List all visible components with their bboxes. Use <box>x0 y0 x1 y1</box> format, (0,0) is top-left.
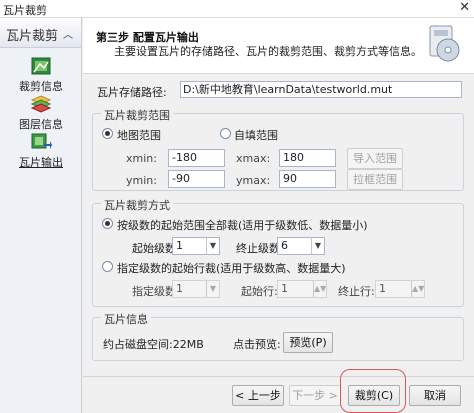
end-level-select[interactable]: 6 ▼ <box>277 237 325 255</box>
crop-mode-group: 瓦片裁剪方式 按级数的起始范围全部裁(适用于级数低、数据量小) 起始级数: 1 ▼… <box>92 197 464 307</box>
start-row-stepper[interactable]: 1 ▲▼ <box>277 280 327 298</box>
disk-icon <box>426 24 462 67</box>
ymax-label: ymax: <box>236 174 271 187</box>
sidebar-title: 瓦片裁剪 <box>6 29 59 44</box>
by-row-radio[interactable] <box>102 261 113 272</box>
chevron-down-icon: ▼ <box>206 238 219 254</box>
window-title: 瓦片裁剪 <box>3 4 47 17</box>
wizard-header: 第三步 配置瓦片输出 主要设置瓦片的存储路径、瓦片的裁剪范围、裁剪方式等信息。 <box>83 18 474 74</box>
drag-range-button[interactable]: 拉框范围 <box>347 169 403 190</box>
range-group-title: 瓦片裁剪范围 <box>101 107 173 123</box>
xmax-label: xmax: <box>236 152 271 165</box>
xmin-label: xmin: <box>126 152 157 165</box>
wizard-content: 瓦片存储路径: D:\新中地教育\learnData\testworld.mut… <box>83 75 474 413</box>
start-row-label: 起始行: <box>241 285 278 298</box>
tile-info-group: 瓦片信息 约占磁盘空间:22MB 点击预览: 预览(P) <box>92 311 464 361</box>
sidebar-item-label: 图层信息 <box>19 118 63 131</box>
step-description: 主要设置瓦片的存储路径、瓦片的裁剪范围、裁剪方式等信息。 <box>114 45 422 58</box>
by-level-label: 按级数的起始范围全部裁(适用于级数低、数据量小) <box>117 219 368 232</box>
by-level-radio[interactable] <box>102 218 113 229</box>
disk-usage-label: 约占磁盘空间:22MB <box>103 338 204 351</box>
preview-button[interactable]: 预览(P) <box>283 332 333 353</box>
level-select[interactable]: 1 ▼ <box>172 280 220 298</box>
chevron-down-icon: ▼ <box>206 281 219 297</box>
crop-icon <box>30 56 52 76</box>
sidebar-item-layer-info[interactable]: 图层信息 <box>0 94 82 132</box>
footer-divider <box>83 376 474 377</box>
tile-output-icon <box>30 132 52 152</box>
ymax-field[interactable]: 90 <box>279 170 336 188</box>
sidebar-item-tile-output[interactable]: 瓦片输出 <box>0 132 82 170</box>
chevron-up-icon[interactable]: ︿ <box>63 26 73 41</box>
layers-icon <box>30 94 52 114</box>
stepper-arrows-icon: ▲▼ <box>313 281 326 297</box>
import-range-button[interactable]: 导入范围 <box>347 148 403 169</box>
path-label: 瓦片存储路径: <box>97 86 167 99</box>
ymin-field[interactable]: -90 <box>168 170 225 188</box>
start-level-select[interactable]: 1 ▼ <box>172 237 220 255</box>
tile-info-group-title: 瓦片信息 <box>101 311 151 327</box>
annotation-highlight-ring <box>340 369 406 413</box>
sidebar-item-label: 裁剪信息 <box>19 80 63 93</box>
xmin-field[interactable]: -180 <box>168 149 225 167</box>
preview-prompt: 点击预览: <box>233 338 281 351</box>
chevron-down-icon: ▼ <box>311 238 324 254</box>
close-icon[interactable]: ✕ <box>459 0 470 15</box>
stepper-arrows-icon: ▲▼ <box>411 281 424 297</box>
by-row-label: 指定级数的起始行裁(适用于级数高、数据量大) <box>117 262 346 275</box>
end-row-label: 终止行: <box>338 285 375 298</box>
map-range-radio[interactable] <box>102 128 113 139</box>
custom-range-label: 自填范围 <box>234 129 278 142</box>
range-group: 瓦片裁剪范围 地图范围 自填范围 xmin: -180 xmax: 180 导入… <box>92 107 464 191</box>
crop-mode-group-title: 瓦片裁剪方式 <box>101 197 173 213</box>
path-field[interactable]: D:\新中地教育\learnData\testworld.mut <box>180 81 462 98</box>
cancel-button[interactable]: 取消 <box>409 385 461 406</box>
sidebar-item-label: 瓦片输出 <box>19 156 63 169</box>
sidebar: 瓦片裁剪 ︿ 裁剪信息 图层信息 瓦片输出 <box>0 18 82 413</box>
xmax-field[interactable]: 180 <box>279 149 336 167</box>
custom-range-radio[interactable] <box>220 128 231 139</box>
ymin-label: ymin: <box>126 174 157 187</box>
sidebar-header[interactable]: 瓦片裁剪 ︿ <box>0 18 81 48</box>
prev-step-button[interactable]: < 上一步 <box>232 385 284 406</box>
sidebar-item-crop-info[interactable]: 裁剪信息 <box>0 56 82 94</box>
title-bar: 瓦片裁剪 ✕ <box>0 0 474 18</box>
next-step-button[interactable]: 下一步 > <box>289 385 341 406</box>
map-range-label: 地图范围 <box>117 129 161 142</box>
end-row-stepper[interactable]: 1 ▲▼ <box>375 280 425 298</box>
